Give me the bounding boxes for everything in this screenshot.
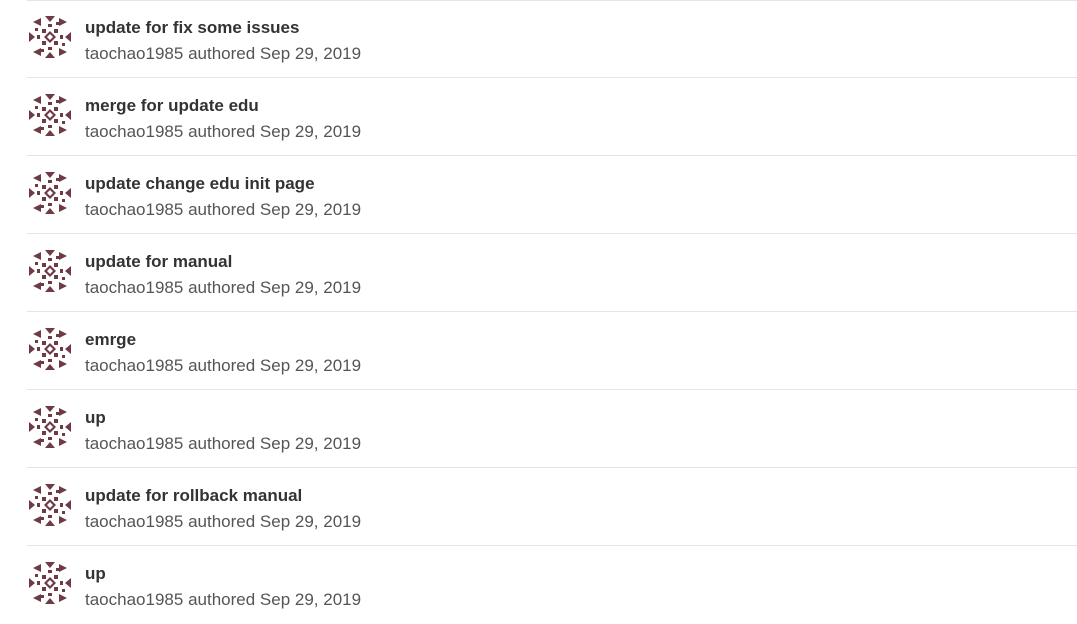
commit-title-link[interactable]: merge for update edu xyxy=(85,95,259,116)
identicon-avatar[interactable] xyxy=(27,92,73,138)
commit-date: Sep 29, 2019 xyxy=(259,512,362,531)
author-link[interactable]: taochao1985 xyxy=(85,278,183,297)
authored-label: authored xyxy=(188,122,256,141)
commit-title-link[interactable]: update change edu init page xyxy=(85,173,315,194)
commit-meta: taochao1985 authored Sep 29, 2019 xyxy=(85,511,361,532)
identicon-avatar[interactable] xyxy=(27,404,73,450)
commit-row: up taochao1985 authored Sep 29, 2019 xyxy=(27,390,1077,468)
commit-row: emrge taochao1985 authored Sep 29, 2019 xyxy=(27,312,1077,390)
commit-list: update for fix some issues taochao1985 a… xyxy=(27,0,1077,624)
commit-date: Sep 29, 2019 xyxy=(259,356,362,375)
commit-date: Sep 29, 2019 xyxy=(259,278,362,297)
authored-label: authored xyxy=(188,512,256,531)
commit-title-link[interactable]: emrge xyxy=(85,329,136,350)
authored-label: authored xyxy=(188,590,256,609)
commit-date: Sep 29, 2019 xyxy=(259,200,362,219)
author-link[interactable]: taochao1985 xyxy=(85,434,183,453)
commit-title-link[interactable]: update for rollback manual xyxy=(85,485,302,506)
commit-date: Sep 29, 2019 xyxy=(259,44,362,63)
commit-row: update for fix some issues taochao1985 a… xyxy=(27,0,1077,78)
identicon-avatar[interactable] xyxy=(27,560,73,606)
author-link[interactable]: taochao1985 xyxy=(85,122,183,141)
author-link[interactable]: taochao1985 xyxy=(85,200,183,219)
authored-label: authored xyxy=(188,278,256,297)
author-link[interactable]: taochao1985 xyxy=(85,590,183,609)
commit-date: Sep 29, 2019 xyxy=(259,434,362,453)
commit-title-link[interactable]: up xyxy=(85,407,106,428)
identicon-avatar[interactable] xyxy=(27,326,73,372)
authored-label: authored xyxy=(188,356,256,375)
commit-row: merge for update edu taochao1985 authore… xyxy=(27,78,1077,156)
commit-row: up taochao1985 authored Sep 29, 2019 xyxy=(27,546,1077,624)
commit-date: Sep 29, 2019 xyxy=(259,122,362,141)
commit-meta: taochao1985 authored Sep 29, 2019 xyxy=(85,43,361,64)
commit-date: Sep 29, 2019 xyxy=(259,590,362,609)
identicon-avatar[interactable] xyxy=(27,14,73,60)
commit-row: update for manual taochao1985 authored S… xyxy=(27,234,1077,312)
commit-title-link[interactable]: update for fix some issues xyxy=(85,17,299,38)
author-link[interactable]: taochao1985 xyxy=(85,512,183,531)
commit-meta: taochao1985 authored Sep 29, 2019 xyxy=(85,121,361,142)
author-link[interactable]: taochao1985 xyxy=(85,44,183,63)
identicon-avatar[interactable] xyxy=(27,248,73,294)
author-link[interactable]: taochao1985 xyxy=(85,356,183,375)
authored-label: authored xyxy=(188,434,256,453)
commit-row: update change edu init page taochao1985 … xyxy=(27,156,1077,234)
commit-meta: taochao1985 authored Sep 29, 2019 xyxy=(85,355,361,376)
identicon-avatar[interactable] xyxy=(27,170,73,216)
commit-meta: taochao1985 authored Sep 29, 2019 xyxy=(85,433,361,454)
commit-row: update for rollback manual taochao1985 a… xyxy=(27,468,1077,546)
commit-meta: taochao1985 authored Sep 29, 2019 xyxy=(85,277,361,298)
identicon-avatar[interactable] xyxy=(27,482,73,528)
authored-label: authored xyxy=(188,200,256,219)
commit-meta: taochao1985 authored Sep 29, 2019 xyxy=(85,589,361,610)
commit-meta: taochao1985 authored Sep 29, 2019 xyxy=(85,199,361,220)
authored-label: authored xyxy=(188,44,256,63)
commit-title-link[interactable]: update for manual xyxy=(85,251,232,272)
commit-title-link[interactable]: up xyxy=(85,563,106,584)
